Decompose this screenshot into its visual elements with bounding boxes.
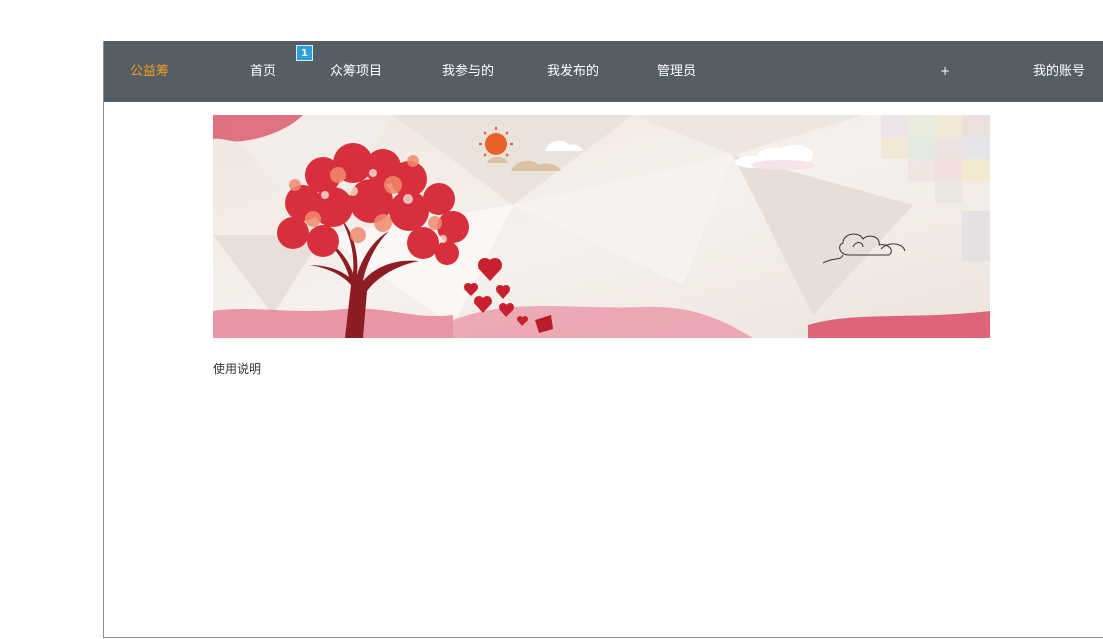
- top-navbar: 公益筹 首页 1 众筹项目 我参与的 我发布的 管理员 + 我的账号: [104, 41, 1103, 102]
- nav-my-participation[interactable]: 我参与的: [442, 41, 494, 102]
- app-frame: 公益筹 首页 1 众筹项目 我参与的 我发布的 管理员 + 我的账号 使用说明: [103, 41, 1103, 638]
- nav-home[interactable]: 首页: [250, 41, 276, 102]
- my-account-menu[interactable]: 我的账号: [1033, 41, 1085, 102]
- banner-image: [213, 115, 990, 338]
- brand-logo[interactable]: 公益筹: [130, 41, 169, 102]
- add-button[interactable]: +: [940, 41, 950, 102]
- notification-badge: 1: [296, 45, 313, 61]
- nav-my-published[interactable]: 我发布的: [547, 41, 599, 102]
- nav-crowdfunding-projects[interactable]: 众筹项目: [330, 41, 382, 102]
- usage-instructions-link[interactable]: 使用说明: [213, 360, 261, 377]
- nav-admin[interactable]: 管理员: [657, 41, 696, 102]
